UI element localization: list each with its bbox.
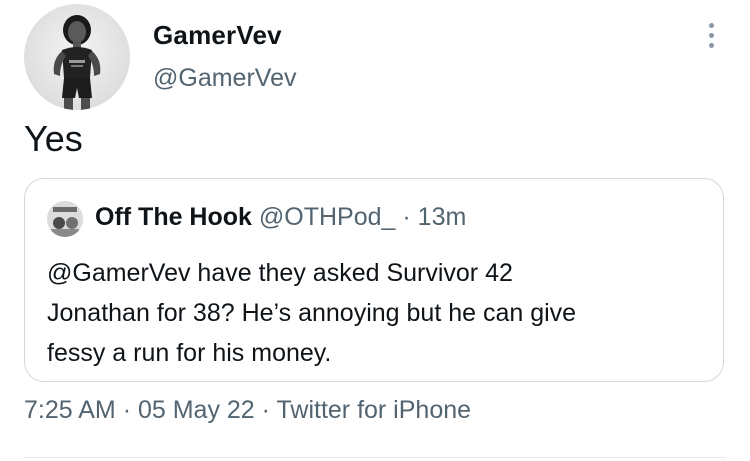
quoted-tweet-card[interactable]: Off The Hook @OTHPod_ · 13m @GamerVev ha…	[24, 178, 724, 382]
author-avatar[interactable]	[24, 4, 130, 110]
tweet-source[interactable]: Twitter for iPhone	[277, 396, 472, 424]
more-dot	[708, 22, 714, 28]
quote-author-avatar-image	[47, 201, 83, 237]
tweet-meta: 7:25 AM · 05 May 22 · Twitter for iPhone	[24, 396, 471, 425]
tweet-time[interactable]: 7:25 AM	[24, 396, 116, 424]
divider	[24, 457, 726, 458]
quote-author-name[interactable]: Off The Hook	[95, 203, 252, 231]
quote-text-line: Jonathan for 38? He’s annoying but he ca…	[47, 299, 577, 327]
tweet-text: Yes	[24, 118, 83, 159]
quote-timestamp[interactable]: 13m	[418, 203, 467, 231]
author-name[interactable]: GamerVev	[153, 20, 282, 51]
quote-text: @GamerVev have they asked Survivor 42 Jo…	[47, 253, 707, 373]
quote-separator: ·	[402, 203, 411, 231]
more-vertical-icon[interactable]	[700, 18, 722, 52]
quote-author-handle[interactable]: @OTHPod_	[259, 203, 396, 231]
more-dot	[708, 32, 714, 38]
quote-text-line: fessy a run for his money.	[47, 339, 332, 367]
author-handle[interactable]: @GamerVev	[153, 64, 296, 93]
quote-header: Off The Hook @OTHPod_ · 13m	[95, 203, 466, 232]
quote-author-avatar[interactable]	[47, 201, 83, 237]
meta-separator: ·	[261, 396, 270, 424]
more-dot	[708, 42, 714, 48]
quote-text-line: @GamerVev have they asked Survivor 42	[47, 259, 513, 287]
tweet-date[interactable]: 05 May 22	[138, 396, 255, 424]
meta-separator: ·	[122, 396, 132, 424]
author-avatar-image	[53, 15, 101, 110]
